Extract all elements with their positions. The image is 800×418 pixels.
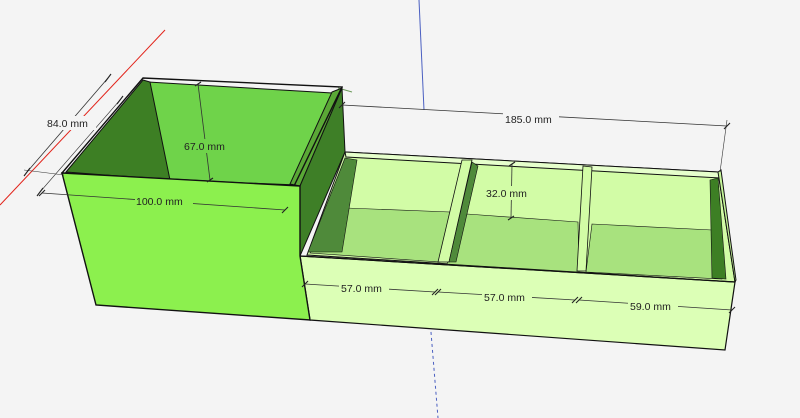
tray-floor-2	[446, 213, 580, 273]
dimension-label-compartment-1: 57.0 mm	[341, 283, 382, 295]
tall-box[interactable]	[60, 77, 346, 321]
dimension-label-compartment-2: 57.0 mm	[484, 292, 525, 304]
dimension-label-depth: 84.0 mm	[47, 118, 88, 130]
model-viewport[interactable]: 84.0 mm 67.0 mm 100.0 mm 185.0 mm 32.0 m…	[0, 0, 800, 418]
dimension-label-width-tall: 100.0 mm	[136, 196, 183, 208]
dimension-label-width-tray: 185.0 mm	[505, 114, 552, 126]
model-canvas[interactable]: 84.0 mm 67.0 mm 100.0 mm 185.0 mm 32.0 m…	[0, 0, 800, 418]
dimension-label-height-tall: 67.0 mm	[184, 141, 225, 153]
blue-axis-dashed-line	[429, 319, 439, 418]
dimension-label-height-tray: 32.0 mm	[486, 188, 527, 200]
tray-floor-3	[585, 223, 723, 280]
dimension-label-compartment-3: 59.0 mm	[630, 301, 671, 313]
blue-axis-line	[418, 0, 425, 111]
tray-body[interactable]	[299, 151, 737, 351]
